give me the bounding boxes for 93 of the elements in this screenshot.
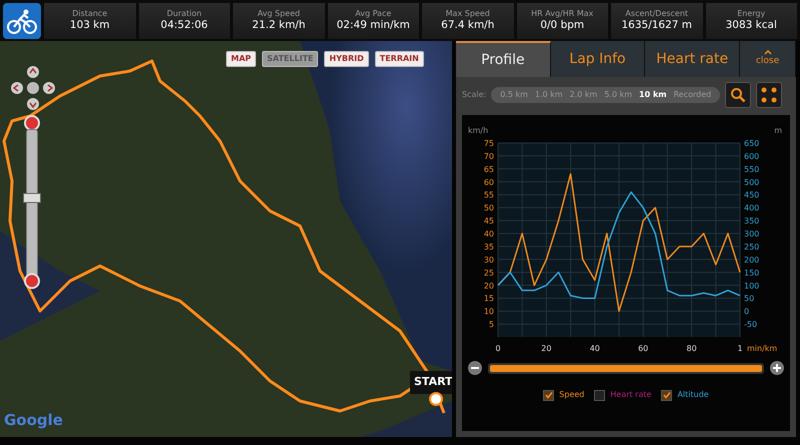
axis-tick-label: 20	[541, 344, 552, 353]
axis-tick-label: 550	[744, 164, 760, 174]
legend-checkbox[interactable]	[543, 390, 554, 400]
axis-tick-label: 650	[744, 139, 760, 148]
scale-option[interactable]: 0.5 km	[497, 89, 531, 101]
minus-icon	[471, 367, 479, 369]
scale-option[interactable]: 5.0 km	[601, 89, 636, 101]
stat-value: 0/0 bpm	[540, 18, 584, 33]
map-type-button[interactable]: HYBRID	[324, 51, 369, 67]
stat-label: Max Speed	[446, 9, 490, 19]
stat-value: 1635/1627 m	[621, 18, 692, 33]
stat-value: 103 km	[70, 18, 110, 33]
stat-value: 67.4 km/h	[441, 18, 494, 33]
scale-option[interactable]: 1.0 km	[532, 89, 566, 101]
axis-tick-label: 60	[484, 178, 494, 187]
expand-button[interactable]	[756, 82, 782, 108]
axis-tick-label: 15	[484, 294, 494, 304]
scale-label: Scale:	[462, 89, 486, 101]
axis-tick-label: 250	[744, 242, 760, 252]
check-icon	[662, 391, 671, 399]
axis-tick-label: 0	[744, 307, 750, 316]
axis-tick-label: 65	[484, 164, 494, 174]
caret-icon	[764, 50, 772, 55]
pan-control-icon[interactable]	[10, 65, 56, 111]
stat-value: 04:52:06	[160, 18, 208, 33]
unit-label: m	[774, 126, 782, 135]
stat-label: Ascent/Descent	[625, 9, 688, 19]
stat-label: Avg Speed	[258, 9, 300, 19]
legend-label: Heart rate	[610, 389, 652, 401]
axis-tick-label: 80	[686, 344, 697, 353]
map-type-button[interactable]: MAP	[226, 51, 256, 67]
axis-tick-label: 75	[484, 139, 494, 148]
axis-tick-label: 60	[638, 344, 648, 353]
cyclist-icon[interactable]	[3, 3, 41, 39]
zoom-slider-thumb[interactable]	[23, 193, 41, 203]
axis-tick-label: 20	[484, 281, 494, 290]
satellite-map[interactable]	[0, 41, 452, 437]
axis-tick-label: 40	[484, 230, 494, 239]
axis-tick-label: 600	[744, 152, 760, 161]
scale-option[interactable]: 10 km	[636, 89, 670, 101]
axis-tick-label: 500	[744, 178, 760, 187]
axis-tick-label: 5	[488, 320, 494, 330]
axis-tick-label: 45	[484, 216, 494, 226]
zoom-button[interactable]	[725, 82, 752, 108]
tab[interactable]: Profile	[456, 41, 551, 77]
axis-tick-label: 35	[484, 242, 494, 252]
map-type-button[interactable]: TERRAIN	[374, 51, 424, 67]
axis-tick-label: -50	[744, 320, 758, 330]
minus-button[interactable]	[468, 361, 482, 375]
axis-tick-label: 10	[484, 307, 494, 316]
legend-label: Altitude	[677, 389, 709, 401]
legend-checkbox[interactable]	[661, 390, 672, 400]
axis-tick-label: 50	[484, 204, 494, 213]
unit-label: km/h	[468, 126, 488, 135]
stat-label: HR Avg/HR Max	[531, 9, 594, 19]
tab[interactable]: Heart rate	[645, 41, 740, 77]
axis-tick-label: 1	[737, 344, 743, 353]
axis-tick-label: 0	[495, 344, 501, 353]
map-type-button[interactable]: SATELLITE	[262, 51, 318, 67]
close-button[interactable]: close	[740, 41, 796, 77]
legend-checkbox[interactable]	[594, 390, 606, 400]
axis-tick-label: 55	[484, 190, 494, 200]
stat-label: Distance	[72, 9, 108, 19]
stat-value: 3083 kcal	[726, 18, 777, 33]
search-icon	[730, 87, 746, 103]
check-icon	[544, 391, 553, 399]
unit-label: min/km	[747, 344, 778, 353]
map-logo: Google	[4, 410, 63, 431]
scale-option[interactable]: Recorded	[670, 89, 714, 101]
stat-value: 02:49 min/km	[336, 18, 410, 33]
axis-tick-label: 40	[590, 344, 600, 353]
axis-tick-label: 300	[744, 230, 760, 239]
stat-label: Avg Pace	[355, 9, 392, 19]
stat-value: 21.2 km/h	[252, 18, 306, 33]
plus-button[interactable]	[770, 361, 784, 375]
stat-label: Energy	[737, 9, 766, 19]
axis-tick-label: 50	[744, 294, 754, 304]
axis-tick-label: 350	[744, 216, 760, 226]
axis-tick-label: 200	[744, 255, 760, 264]
axis-tick-label: 400	[744, 204, 760, 213]
axis-tick-label: 70	[484, 152, 494, 161]
four-dots-icon	[761, 87, 778, 103]
legend-label: Speed	[559, 389, 584, 401]
start-marker-icon	[428, 391, 446, 415]
tab[interactable]: Lap Info	[550, 41, 646, 77]
axis-tick-label: 150	[744, 268, 760, 278]
axis-tick-label: 450	[744, 190, 760, 200]
axis-tick-label: 25	[484, 268, 494, 278]
scale-option[interactable]: 2.0 km	[566, 89, 600, 101]
stat-label: Duration	[166, 9, 202, 19]
axis-tick-label: 30	[484, 255, 494, 264]
axis-tick-label: 100	[744, 281, 760, 290]
plus-icon	[773, 364, 781, 372]
